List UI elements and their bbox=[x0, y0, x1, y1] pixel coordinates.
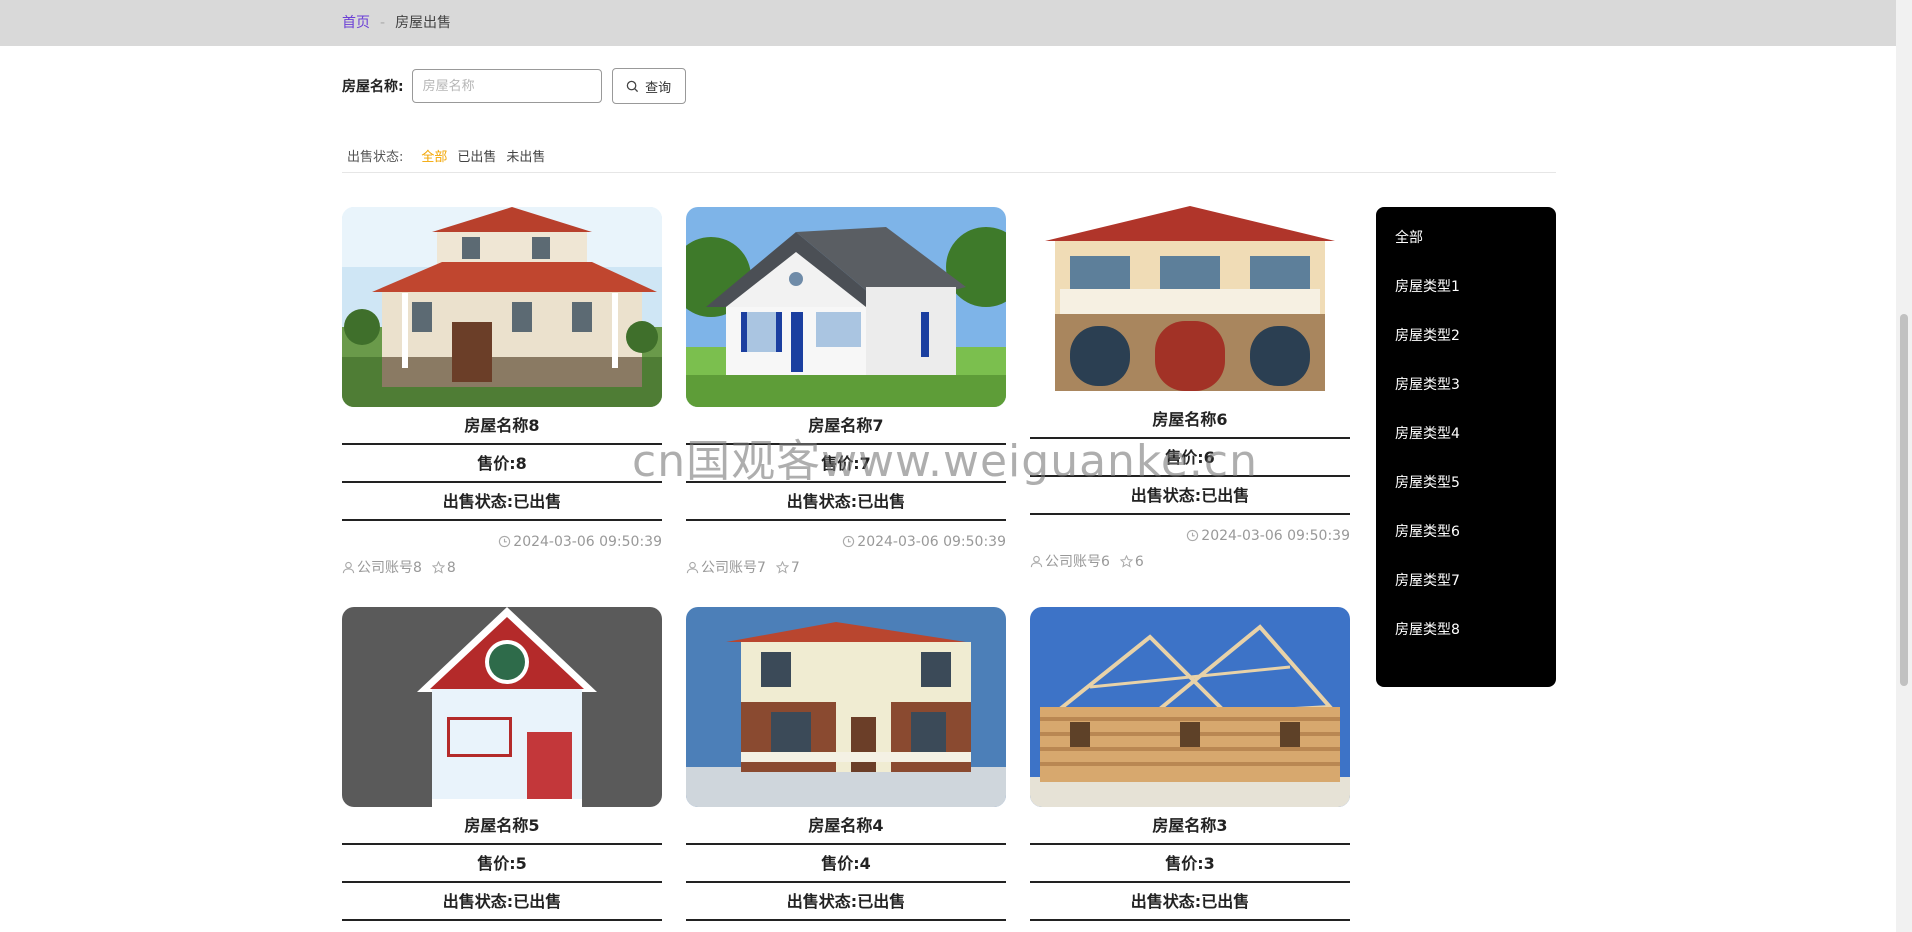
breadcrumb-separator: - bbox=[380, 15, 386, 31]
type-item-all[interactable]: 全部 bbox=[1395, 227, 1423, 247]
search-icon bbox=[626, 80, 639, 92]
type-item-3[interactable]: 房屋类型3 bbox=[1395, 374, 1460, 394]
search-button[interactable]: 查询 bbox=[611, 68, 686, 104]
house-image[interactable] bbox=[686, 607, 1006, 807]
house-image[interactable] bbox=[342, 607, 662, 807]
publish-time-text: 2024-03-06 09:50:39 bbox=[1201, 528, 1350, 544]
filter-divider bbox=[342, 172, 1556, 173]
clock-icon bbox=[1187, 529, 1199, 542]
type-item-5[interactable]: 房屋类型5 bbox=[1395, 472, 1460, 492]
breadcrumb: 首页 - 房屋出售 bbox=[342, 14, 451, 32]
status-filter-label: 出售状态: bbox=[347, 150, 404, 165]
house-name-input[interactable] bbox=[411, 69, 602, 103]
house-status: 出售状态:已出售 bbox=[1030, 885, 1350, 921]
search-button-label: 查询 bbox=[645, 80, 672, 96]
house-card[interactable]: 房屋名称6 售价:6 出售状态:已出售 2024-03-06 09:50:39 … bbox=[1030, 201, 1350, 571]
favorite-count: 7 bbox=[790, 560, 800, 576]
type-item-7[interactable]: 房屋类型7 bbox=[1395, 570, 1460, 590]
house-image[interactable] bbox=[686, 207, 1006, 407]
house-status: 出售状态:已出售 bbox=[686, 485, 1006, 521]
star-icon bbox=[431, 560, 446, 574]
card-footer: 公司账号7 7 bbox=[686, 559, 1006, 577]
search-bar: 房屋名称: 查询 bbox=[342, 68, 686, 104]
house-price: 售价:3 bbox=[1030, 847, 1350, 883]
house-price: 售价:5 bbox=[342, 847, 662, 883]
house-name: 房屋名称3 bbox=[1030, 809, 1350, 845]
publish-time: 2024-03-06 09:50:39 bbox=[1030, 527, 1350, 545]
type-item-6[interactable]: 房屋类型6 bbox=[1395, 521, 1460, 541]
house-image[interactable] bbox=[1030, 607, 1350, 807]
house-type-menu: 全部 房屋类型1 房屋类型2 房屋类型3 房屋类型4 房屋类型5 房屋类型6 房… bbox=[1376, 207, 1556, 687]
card-footer: 公司账号8 8 bbox=[342, 559, 662, 577]
clock-icon bbox=[499, 535, 511, 548]
type-item-8[interactable]: 房屋类型8 bbox=[1395, 619, 1460, 639]
house-price: 售价:4 bbox=[686, 847, 1006, 883]
type-item-4[interactable]: 房屋类型4 bbox=[1395, 423, 1460, 443]
house-card[interactable]: 房屋名称8 售价:8 出售状态:已出售 2024-03-06 09:50:39 … bbox=[342, 207, 662, 577]
top-bar: 首页 - 房屋出售 bbox=[0, 0, 1896, 46]
breadcrumb-home-link[interactable]: 首页 bbox=[342, 15, 370, 31]
star-icon bbox=[1119, 554, 1134, 568]
status-option-sold[interactable]: 已出售 bbox=[457, 146, 496, 165]
house-status: 出售状态:已出售 bbox=[342, 485, 662, 521]
star-icon bbox=[775, 560, 790, 574]
publish-time-text: 2024-03-06 09:50:39 bbox=[857, 534, 1006, 550]
card-footer: 公司账号6 6 bbox=[1030, 553, 1350, 571]
favorite-count: 6 bbox=[1134, 554, 1144, 570]
breadcrumb-current: 房屋出售 bbox=[395, 15, 452, 31]
status-filter: 出售状态: 全部 已出售 未出售 bbox=[347, 146, 545, 165]
type-item-2[interactable]: 房屋类型2 bbox=[1395, 325, 1460, 345]
house-image[interactable] bbox=[1030, 201, 1350, 401]
house-name: 房屋名称5 bbox=[342, 809, 662, 845]
house-card[interactable]: 房屋名称5 售价:5 出售状态:已出售 bbox=[342, 607, 662, 921]
company-account: 公司账号6 bbox=[1045, 554, 1110, 570]
status-option-unsold[interactable]: 未出售 bbox=[506, 146, 545, 165]
search-label: 房屋名称: bbox=[342, 79, 404, 95]
house-status: 出售状态:已出售 bbox=[342, 885, 662, 921]
clock-icon bbox=[843, 535, 855, 548]
house-image[interactable] bbox=[342, 207, 662, 407]
house-card[interactable]: 房屋名称4 售价:4 出售状态:已出售 bbox=[686, 607, 1006, 921]
publish-time: 2024-03-06 09:50:39 bbox=[686, 533, 1006, 551]
company-account: 公司账号8 bbox=[357, 560, 422, 576]
user-icon bbox=[1030, 555, 1043, 568]
favorite-count: 8 bbox=[446, 560, 456, 576]
publish-time: 2024-03-06 09:50:39 bbox=[342, 533, 662, 551]
house-name: 房屋名称4 bbox=[686, 809, 1006, 845]
user-icon bbox=[686, 561, 699, 574]
user-icon bbox=[342, 561, 355, 574]
house-card[interactable]: 房屋名称3 售价:3 出售状态:已出售 bbox=[1030, 607, 1350, 921]
house-price: 售价:8 bbox=[342, 447, 662, 483]
company-account: 公司账号7 bbox=[701, 560, 766, 576]
watermark: cn国观客www.weiguanke.cn bbox=[632, 436, 1258, 487]
house-status: 出售状态:已出售 bbox=[686, 885, 1006, 921]
house-name: 房屋名称8 bbox=[342, 409, 662, 445]
type-item-1[interactable]: 房屋类型1 bbox=[1395, 276, 1460, 296]
scrollbar-thumb[interactable] bbox=[1900, 314, 1908, 686]
status-option-all[interactable]: 全部 bbox=[421, 146, 447, 165]
publish-time-text: 2024-03-06 09:50:39 bbox=[513, 534, 662, 550]
house-card[interactable]: 房屋名称7 售价:7 出售状态:已出售 2024-03-06 09:50:39 … bbox=[686, 207, 1006, 577]
